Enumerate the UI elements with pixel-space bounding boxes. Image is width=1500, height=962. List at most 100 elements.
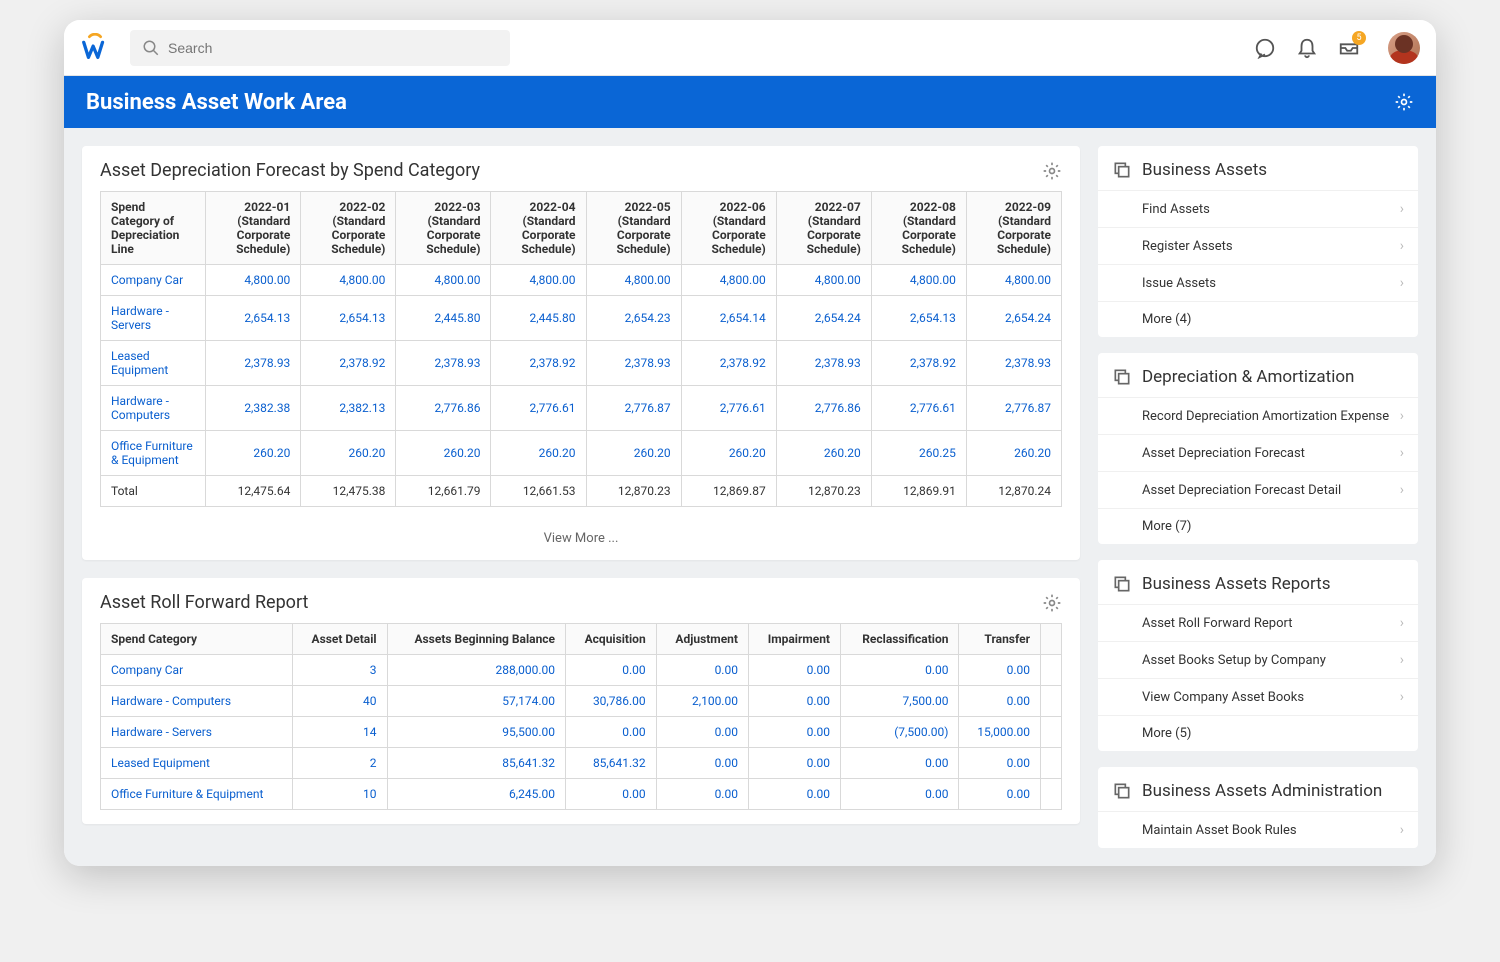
category-link[interactable]: Leased Equipment (101, 341, 206, 386)
cell-value[interactable]: 4,800.00 (871, 265, 966, 296)
asset-detail-link[interactable]: 14 (292, 717, 387, 748)
cell-value[interactable]: 260.25 (871, 431, 966, 476)
cell-value[interactable]: 4,800.00 (966, 265, 1061, 296)
side-nav-item[interactable]: View Company Asset Books› (1098, 678, 1418, 715)
side-nav-item[interactable]: Asset Depreciation Forecast Detail› (1098, 471, 1418, 508)
cell-value[interactable]: 4,800.00 (301, 265, 396, 296)
category-link[interactable]: Hardware - Servers (101, 296, 206, 341)
category-link[interactable]: Office Furniture & Equipment (101, 779, 293, 810)
side-nav-item[interactable]: Asset Depreciation Forecast› (1098, 434, 1418, 471)
cell-value[interactable]: 0.00 (748, 779, 840, 810)
cell-value[interactable]: (7,500.00) (841, 717, 959, 748)
cell-value[interactable]: 0.00 (748, 748, 840, 779)
cell-value[interactable]: 2,776.87 (586, 386, 681, 431)
category-link[interactable]: Hardware - Computers (101, 386, 206, 431)
cell-value[interactable]: 4,800.00 (491, 265, 586, 296)
side-nav-item[interactable]: Asset Books Setup by Company› (1098, 641, 1418, 678)
cell-value[interactable]: 2,378.93 (586, 341, 681, 386)
cell-value[interactable]: 2,654.24 (776, 296, 871, 341)
cell-value[interactable]: 260.20 (491, 431, 586, 476)
cell-value[interactable]: 260.20 (206, 431, 301, 476)
side-nav-item[interactable]: Asset Roll Forward Report› (1098, 604, 1418, 641)
category-link[interactable]: Company Car (101, 265, 206, 296)
cell-value[interactable]: 2,445.80 (491, 296, 586, 341)
category-link[interactable]: Hardware - Computers (101, 686, 293, 717)
search-input[interactable] (168, 40, 498, 56)
cell-value[interactable]: 0.00 (841, 655, 959, 686)
cell-value[interactable]: 4,800.00 (586, 265, 681, 296)
cell-value[interactable]: 0.00 (656, 779, 748, 810)
side-nav-item[interactable]: Maintain Asset Book Rules› (1098, 811, 1418, 848)
cell-value[interactable]: 2,654.14 (681, 296, 776, 341)
cell-value[interactable]: 260.20 (776, 431, 871, 476)
avatar[interactable] (1388, 32, 1420, 64)
side-nav-item[interactable]: Issue Assets› (1098, 264, 1418, 301)
side-nav-more[interactable]: More (4) (1098, 301, 1418, 337)
cell-value[interactable]: 0.00 (656, 717, 748, 748)
cell-value[interactable]: 85,641.32 (566, 748, 657, 779)
cell-value[interactable]: 57,174.00 (387, 686, 565, 717)
cell-value[interactable]: 2,382.38 (206, 386, 301, 431)
side-nav-item[interactable]: Record Depreciation Amortization Expense… (1098, 397, 1418, 434)
cell-value[interactable]: 0.00 (566, 779, 657, 810)
cell-value[interactable]: 2,776.87 (966, 386, 1061, 431)
cell-value[interactable]: 2,654.13 (871, 296, 966, 341)
cell-value[interactable]: 2,654.23 (586, 296, 681, 341)
cell-value[interactable]: 0.00 (566, 655, 657, 686)
cell-value[interactable]: 85,641.32 (387, 748, 565, 779)
cell-value[interactable]: 2,378.93 (206, 341, 301, 386)
cell-value[interactable]: 2,654.13 (206, 296, 301, 341)
cell-value[interactable]: 0.00 (959, 655, 1041, 686)
cell-value[interactable]: 2,378.92 (681, 341, 776, 386)
cell-value[interactable]: 2,654.13 (301, 296, 396, 341)
page-settings-icon[interactable] (1394, 92, 1414, 112)
category-link[interactable]: Company Car (101, 655, 293, 686)
cell-value[interactable]: 0.00 (656, 655, 748, 686)
cell-value[interactable]: 15,000.00 (959, 717, 1041, 748)
cell-value[interactable]: 95,500.00 (387, 717, 565, 748)
cell-value[interactable]: 0.00 (959, 686, 1041, 717)
cell-value[interactable]: 2,100.00 (656, 686, 748, 717)
side-nav-item[interactable]: Register Assets› (1098, 227, 1418, 264)
cell-value[interactable]: 4,800.00 (776, 265, 871, 296)
asset-detail-link[interactable]: 2 (292, 748, 387, 779)
cell-value[interactable]: 6,245.00 (387, 779, 565, 810)
cell-value[interactable]: 4,800.00 (206, 265, 301, 296)
cell-value[interactable]: 0.00 (748, 686, 840, 717)
category-link[interactable]: Hardware - Servers (101, 717, 293, 748)
cell-value[interactable]: 30,786.00 (566, 686, 657, 717)
view-more-button[interactable]: View More ... (82, 521, 1080, 560)
cell-value[interactable]: 7,500.00 (841, 686, 959, 717)
cell-value[interactable]: 2,776.86 (776, 386, 871, 431)
asset-detail-link[interactable]: 10 (292, 779, 387, 810)
cell-value[interactable]: 4,800.00 (681, 265, 776, 296)
cell-value[interactable]: 0.00 (959, 779, 1041, 810)
bell-icon[interactable] (1296, 37, 1318, 59)
inbox-icon[interactable]: 5 (1338, 37, 1360, 59)
category-link[interactable]: Office Furniture & Equipment (101, 431, 206, 476)
cell-value[interactable]: 0.00 (841, 779, 959, 810)
cell-value[interactable]: 0.00 (656, 748, 748, 779)
search-box[interactable] (130, 30, 510, 66)
cell-value[interactable]: 288,000.00 (387, 655, 565, 686)
card-settings-icon[interactable] (1042, 593, 1062, 613)
cell-value[interactable]: 260.20 (396, 431, 491, 476)
cell-value[interactable]: 2,378.93 (966, 341, 1061, 386)
cell-value[interactable]: 2,776.61 (871, 386, 966, 431)
cell-value[interactable]: 0.00 (748, 655, 840, 686)
cell-value[interactable]: 2,378.92 (491, 341, 586, 386)
asset-detail-link[interactable]: 3 (292, 655, 387, 686)
cell-value[interactable]: 0.00 (959, 748, 1041, 779)
asset-detail-link[interactable]: 40 (292, 686, 387, 717)
cell-value[interactable]: 0.00 (566, 717, 657, 748)
cell-value[interactable]: 2,654.24 (966, 296, 1061, 341)
cell-value[interactable]: 2,378.92 (871, 341, 966, 386)
side-nav-more[interactable]: More (7) (1098, 508, 1418, 544)
cell-value[interactable]: 2,378.93 (776, 341, 871, 386)
card-settings-icon[interactable] (1042, 161, 1062, 181)
cell-value[interactable]: 2,382.13 (301, 386, 396, 431)
cell-value[interactable]: 2,445.80 (396, 296, 491, 341)
cell-value[interactable]: 260.20 (966, 431, 1061, 476)
cell-value[interactable]: 2,776.61 (681, 386, 776, 431)
cell-value[interactable]: 260.20 (681, 431, 776, 476)
